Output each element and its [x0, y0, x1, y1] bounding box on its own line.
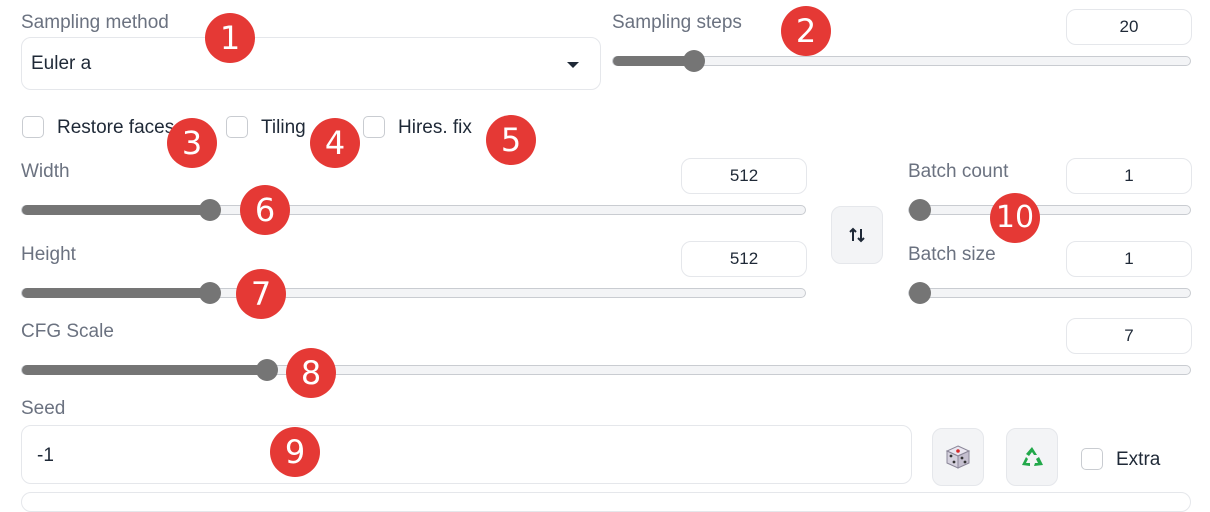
annotation-badge-6: 6	[240, 185, 290, 235]
sampling-method-dropdown[interactable]: Euler a	[21, 37, 601, 90]
batch-count-input[interactable]: 1	[1066, 158, 1192, 194]
batch-size-slider[interactable]	[908, 282, 1191, 304]
sampling-steps-slider[interactable]	[612, 50, 1191, 72]
sampling-steps-input[interactable]: 20	[1066, 9, 1192, 45]
cfg-scale-thumb[interactable]	[256, 359, 279, 381]
width-slider[interactable]	[21, 199, 806, 221]
tiling-label: Tiling	[261, 117, 306, 138]
restore-faces-checkbox[interactable]	[22, 116, 44, 138]
sampling-method-label: Sampling method	[21, 12, 169, 33]
swap-vertical-icon	[849, 227, 865, 243]
next-field-edge	[21, 492, 1191, 512]
annotation-badge-9: 9	[270, 427, 320, 477]
seed-label: Seed	[21, 398, 66, 419]
sampling-steps-thumb[interactable]	[682, 50, 705, 72]
height-thumb[interactable]	[198, 282, 221, 304]
random-seed-button[interactable]	[932, 428, 984, 486]
restore-faces-label: Restore faces	[57, 117, 175, 138]
chevron-down-icon	[567, 62, 579, 68]
annotation-badge-5: 5	[486, 115, 536, 165]
batch-size-label: Batch size	[908, 244, 996, 265]
hires-fix-label: Hires. fix	[398, 117, 472, 138]
recycle-icon	[1022, 447, 1043, 466]
batch-size-input[interactable]: 1	[1066, 241, 1192, 277]
width-label: Width	[21, 161, 70, 182]
sampling-method-value: Euler a	[31, 53, 92, 74]
annotation-badge-10: 10	[990, 193, 1040, 243]
height-input[interactable]: 512	[681, 241, 807, 277]
batch-count-thumb[interactable]	[909, 199, 931, 221]
batch-count-label: Batch count	[908, 161, 1009, 182]
annotation-badge-4: 4	[310, 118, 360, 168]
width-fill	[22, 205, 210, 215]
dice-icon	[945, 445, 971, 469]
height-slider[interactable]	[21, 282, 806, 304]
extra-label: Extra	[1116, 449, 1161, 470]
width-thumb[interactable]	[198, 199, 221, 221]
sampling-steps-label: Sampling steps	[612, 12, 742, 33]
annotation-badge-8: 8	[286, 348, 336, 398]
tiling-checkbox[interactable]	[226, 116, 248, 138]
seed-value: -1	[37, 445, 54, 466]
hires-fix-checkbox[interactable]	[363, 116, 385, 138]
reuse-seed-button[interactable]	[1006, 428, 1058, 486]
swap-dimensions-button[interactable]	[831, 206, 883, 264]
annotation-badge-2: 2	[781, 6, 831, 56]
cfg-scale-fill	[22, 365, 268, 375]
cfg-scale-input[interactable]: 7	[1066, 318, 1192, 354]
annotation-badge-1: 1	[205, 13, 255, 63]
cfg-scale-label: CFG Scale	[21, 321, 114, 342]
cfg-scale-slider[interactable]	[21, 359, 1191, 381]
annotation-badge-7: 7	[236, 269, 286, 319]
batch-count-slider[interactable]	[908, 199, 1191, 221]
width-input[interactable]: 512	[681, 158, 807, 194]
sampling-steps-fill	[613, 56, 694, 66]
extra-checkbox[interactable]	[1081, 448, 1103, 470]
height-fill	[22, 288, 210, 298]
seed-input[interactable]: -1	[21, 425, 912, 484]
height-label: Height	[21, 244, 76, 265]
annotation-badge-3: 3	[167, 118, 217, 168]
batch-size-thumb[interactable]	[909, 282, 931, 304]
